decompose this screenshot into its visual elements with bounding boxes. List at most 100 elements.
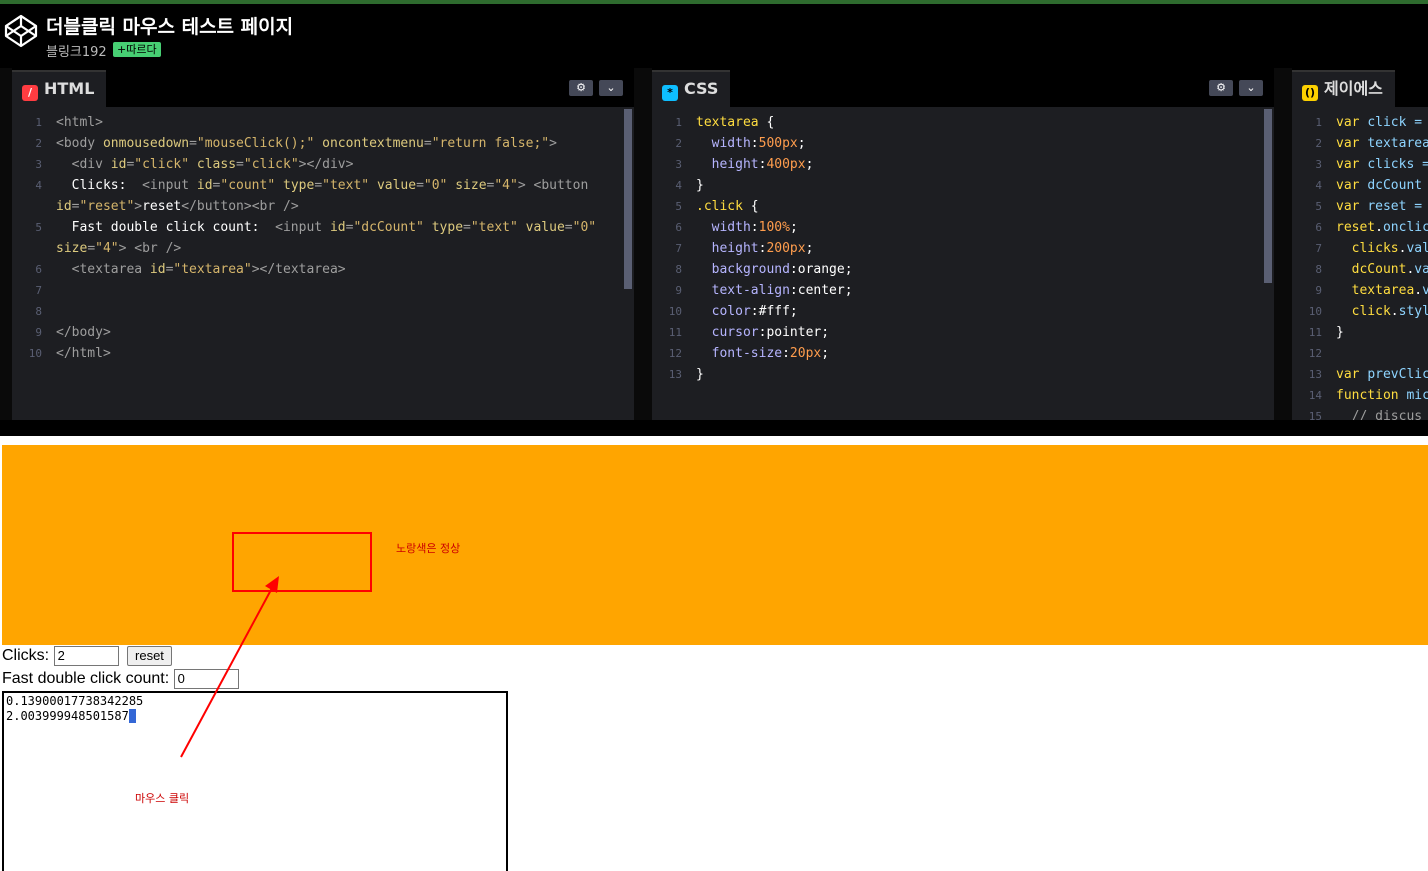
line-text: Fast double click count: <input id="dcCo… (56, 220, 597, 235)
line-text: width:100%; (696, 220, 798, 235)
code-line: 6 reset.onclic (1292, 217, 1428, 238)
line-number: 12 (668, 347, 682, 360)
line-number: 14 (1308, 389, 1322, 402)
line-text: Clicks: <input id="count" type="text" va… (56, 178, 589, 193)
code-line: 10 color:#fff; (652, 301, 1274, 322)
follow-button[interactable]: +따르다 (113, 42, 161, 57)
line-number: 15 (1308, 410, 1322, 420)
html-code[interactable]: 1 <html> 2 <body onmousedown="mouseClick();… (12, 107, 634, 420)
code-line: id="reset">reset</button><br /> (12, 196, 634, 217)
code-line: 2 var textarea (1292, 133, 1428, 154)
code-line: 8 (12, 301, 634, 322)
code-line: 3 var clicks = (1292, 154, 1428, 175)
css-collapse-button[interactable]: ⌄ (1239, 80, 1263, 96)
code-line: size="4"> <br /> (12, 238, 634, 259)
js-tab-bar: () 제이에스 (1292, 68, 1428, 107)
line-number: 11 (668, 326, 682, 339)
code-line: 14 function mic (1292, 385, 1428, 406)
html-collapse-button[interactable]: ⌄ (599, 80, 623, 96)
line-text: text-align:center; (696, 283, 853, 298)
line-text: </body> (56, 325, 111, 340)
code-line: 5 Fast double click count: <input id="dc… (12, 217, 634, 238)
line-number: 11 (1308, 326, 1322, 339)
line-text: </html> (56, 346, 111, 361)
html-icon: / (22, 85, 38, 101)
line-number: 7 (35, 284, 42, 297)
line-number: 10 (28, 347, 42, 360)
line-text: function mic (1336, 388, 1428, 403)
line-number: 9 (675, 284, 682, 297)
html-tab-bar: / HTML ⚙ ⌄ (12, 68, 634, 107)
line-text: var click = (1336, 115, 1423, 130)
code-line: 6 width:100%; (652, 217, 1274, 238)
line-number: 6 (1315, 221, 1322, 234)
line-text: width:500px; (696, 136, 806, 151)
code-line: 4} (652, 175, 1274, 196)
js-code[interactable]: 1 var click = 2 var textarea 3 var clicks = 4 v… (1292, 107, 1428, 420)
css-code[interactable]: 1 textarea {2 width:500px; 3 height:400px;… (652, 107, 1274, 420)
js-icon: () (1302, 85, 1318, 101)
line-text: size="4"> <br /> (56, 241, 182, 256)
line-number: 3 (1315, 158, 1322, 171)
line-text: .click { (696, 199, 759, 214)
line-text: dcCount.va (1336, 262, 1428, 277)
code-line: 2 <body onmousedown="mouseClick();" oncon… (12, 133, 634, 154)
line-text: var clicks = (1336, 157, 1428, 172)
code-line: 7 (12, 280, 634, 301)
result-preview: 노랑색은 정상 Clicks: 2 reset Fast double clic… (0, 436, 1428, 871)
line-text: color:#fff; (696, 304, 798, 319)
code-line: 15 // discus (1292, 406, 1428, 420)
line-text: reset.onclic (1336, 220, 1428, 235)
line-text: <textarea id="textarea"></textarea> (56, 262, 346, 277)
css-settings-button[interactable]: ⚙ (1209, 80, 1233, 96)
css-tab-bar: * CSS ⚙ ⌄ (652, 68, 1274, 107)
css-scrollbar[interactable] (1264, 109, 1272, 283)
code-line: 4 Clicks: <input id="count" type="text" … (12, 175, 634, 196)
line-number: 5 (35, 221, 42, 234)
code-line: 3 height:400px; (652, 154, 1274, 175)
pen-author[interactable]: 블링크192 (46, 41, 107, 60)
annotation-mouse-click: 마우스 클릭 (135, 792, 190, 805)
code-line: 5 var reset = (1292, 196, 1428, 217)
line-text: var textarea (1336, 136, 1428, 151)
line-number: 4 (1315, 179, 1322, 192)
line-text: } (696, 367, 704, 382)
code-line: 6 <textarea id="textarea"></textarea> (12, 259, 634, 280)
line-number: 1 (675, 116, 682, 129)
line-number: 9 (1315, 284, 1322, 297)
code-line: 1 textarea { (652, 112, 1274, 133)
line-text: id="reset">reset</button><br /> (56, 199, 299, 214)
tab-html-label: HTML (44, 79, 95, 98)
line-number: 1 (1315, 116, 1322, 129)
tab-css[interactable]: * CSS (652, 70, 731, 107)
annotation-yellow-normal: 노랑색은 정상 (396, 542, 461, 555)
code-line: 5 .click { (652, 196, 1274, 217)
line-text: var prevClic (1336, 367, 1428, 382)
line-number: 3 (35, 158, 42, 171)
tab-js[interactable]: () 제이에스 (1292, 70, 1395, 107)
html-scrollbar[interactable] (624, 109, 632, 289)
line-text: var reset = (1336, 199, 1423, 214)
css-editor-pane[interactable]: * CSS ⚙ ⌄ 1 textarea {2 width:500px; 3 heig… (652, 68, 1274, 420)
line-number: 1 (35, 116, 42, 129)
code-line: 9 </body> (12, 322, 634, 343)
code-line: 1 var click = (1292, 112, 1428, 133)
js-editor-pane[interactable]: () 제이에스 1 var click = 2 var textarea 3 var cli… (1292, 68, 1428, 420)
code-line: 13} (652, 364, 1274, 385)
line-text: cursor:pointer; (696, 325, 830, 340)
html-settings-button[interactable]: ⚙ (569, 80, 593, 96)
code-line: 4 var dcCount (1292, 175, 1428, 196)
code-line: 7 height:200px; (652, 238, 1274, 259)
pen-header: 더블클릭 마우스 테스트 페이지 블링크192 +따르다 (0, 4, 1428, 68)
line-number: 5 (675, 200, 682, 213)
result-divider[interactable] (0, 420, 1428, 436)
html-editor-pane[interactable]: / HTML ⚙ ⌄ 1 <html> 2 <body onmousedown="mou… (12, 68, 634, 420)
css-icon: * (662, 85, 678, 101)
line-number: 8 (1315, 263, 1322, 276)
line-text: clicks.val (1336, 241, 1428, 256)
code-line: 2 width:500px; (652, 133, 1274, 154)
tab-html[interactable]: / HTML (12, 70, 107, 107)
line-number: 3 (675, 158, 682, 171)
codepen-logo-icon[interactable] (4, 14, 38, 48)
annotation-arrow (180, 576, 279, 758)
